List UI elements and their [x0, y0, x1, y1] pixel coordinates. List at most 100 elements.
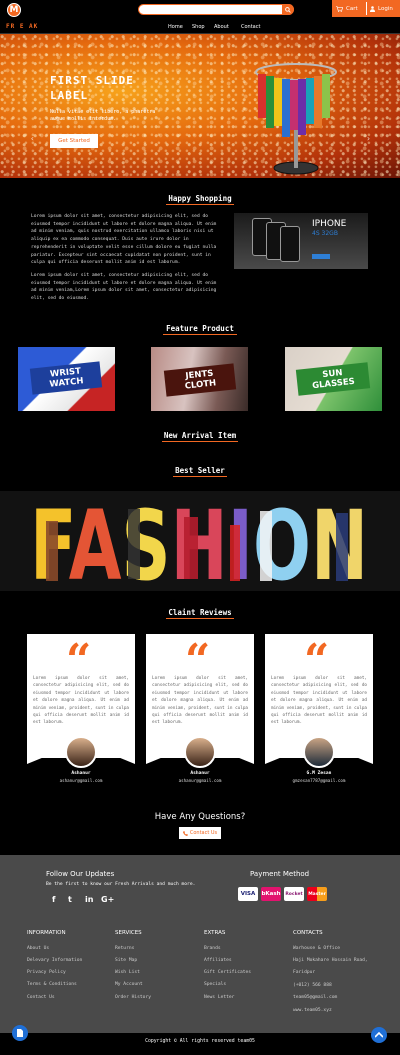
reviewer-name: G.M Zesan: [306, 771, 332, 776]
footer-link[interactable]: Site Map: [115, 958, 137, 963]
linkedin-icon[interactable]: in: [85, 895, 93, 904]
footer-link[interactable]: Brands: [204, 946, 221, 951]
document-button[interactable]: [12, 1025, 28, 1041]
website-link[interactable]: www.team05.xyz: [293, 1008, 332, 1013]
login-label: Login: [378, 5, 393, 12]
footer-link[interactable]: Specials: [204, 982, 226, 987]
contact-us-button[interactable]: Contact Us: [179, 827, 221, 839]
twitter-icon[interactable]: t: [68, 895, 72, 904]
footer-link[interactable]: Affiliates: [204, 958, 232, 963]
copyright-text: Copyright © All rights reserved team05: [145, 1039, 255, 1044]
mastercard-logo: Master: [307, 887, 327, 901]
nav-link-home[interactable]: Home: [168, 24, 183, 30]
hero-title: FIRST SLIDE LABEL: [50, 74, 134, 102]
promo-subtitle: 4S 32GB: [312, 230, 338, 237]
reviewer-name: Ashanur: [71, 771, 91, 776]
search-icon: [285, 6, 291, 13]
happy-paragraph-2: Lorem ipsum dolor sit amet, consectetur …: [31, 273, 217, 302]
reviewer-email: gmzesan7787@gmail.com: [292, 778, 346, 783]
clothes-rack-image: [255, 63, 337, 175]
footer-link[interactable]: Returns: [115, 946, 134, 951]
fashion-banner-text: FASHION: [30, 499, 368, 585]
phone-icon: [182, 830, 188, 836]
title-underline: [166, 618, 234, 619]
footer-link[interactable]: About Us: [27, 946, 49, 951]
review-text: Lorem ipsum dolor sit amet, consectetur …: [33, 676, 129, 726]
search-input[interactable]: [138, 4, 294, 15]
avatar: [65, 736, 97, 768]
footer-link[interactable]: Contact Us: [27, 995, 55, 1000]
rocket-logo: Rocket: [284, 887, 304, 901]
phone-image: [280, 226, 300, 262]
contact-info: Haji Mokahare Hossain Road,: [293, 958, 368, 963]
feature-card-cloth[interactable]: JENTS CLOTH: [151, 347, 248, 411]
review-text: Lorem ipsum dolor sit amet, consectetur …: [152, 676, 248, 726]
feature-label-line2: GLASSES: [311, 376, 356, 392]
avatar: [303, 736, 335, 768]
follow-title: Follow Our Updates: [46, 870, 115, 878]
footer-link[interactable]: Delevary Information: [27, 958, 82, 963]
carousel-next-button[interactable]: ›: [366, 134, 371, 143]
section-title-best-seller: Best Seller: [175, 466, 225, 475]
title-underline: [166, 204, 234, 205]
nav-link-contact[interactable]: Contact: [241, 24, 260, 30]
footer-link[interactable]: News Letter: [204, 995, 234, 1000]
get-started-button[interactable]: Get Started: [50, 134, 98, 148]
contact-us-label: Contact Us: [189, 830, 218, 836]
title-underline: [173, 476, 227, 477]
cart-icon: [336, 5, 343, 12]
reviewer-name: Ashanur: [190, 771, 210, 776]
hero-subtitle: Nulla vitae elit libero, a pharetra augu…: [50, 109, 156, 122]
nav-link-about[interactable]: About: [214, 24, 229, 30]
brand-name[interactable]: FR E AK: [6, 23, 38, 30]
feature-card-watch[interactable]: WRIST WATCH: [18, 347, 115, 411]
section-title-new-arrival: New Arrival Item: [163, 431, 237, 440]
google-plus-icon[interactable]: G+: [101, 895, 114, 904]
carousel-prev-button[interactable]: ‹: [30, 134, 35, 143]
footer-heading-information: INFORMATION: [27, 930, 66, 936]
divider: [366, 2, 367, 15]
fashion-banner-art: FASHION: [30, 499, 368, 585]
visa-logo: VISA: [238, 887, 258, 901]
contact-info: Warhouse & Office: [293, 946, 341, 951]
chevron-up-icon: [375, 1032, 383, 1038]
user-icon: [370, 5, 375, 12]
feature-label-line2: CLOTH: [184, 378, 217, 392]
footer-heading-services: SERVICES: [115, 930, 142, 936]
footer-link[interactable]: Gift Certificates: [204, 970, 251, 975]
site-logo[interactable]: M: [7, 3, 21, 17]
fashion-banner[interactable]: FASHION: [0, 491, 400, 591]
avatar: [184, 736, 216, 768]
feature-card-glasses[interactable]: SUN GLASSES: [285, 347, 382, 411]
footer-link[interactable]: Privacy Policy: [27, 970, 66, 975]
contact-email-link[interactable]: team05@gmail.com: [293, 995, 337, 1000]
contact-info: Faridpur: [293, 970, 316, 975]
section-title-feature-product: Feature Product: [166, 324, 234, 333]
footer-link[interactable]: Order History: [115, 995, 151, 1000]
footer-link[interactable]: Wish List: [115, 970, 140, 975]
footer-heading-extras: EXTRAS: [204, 930, 226, 936]
cart-label: Cart: [346, 5, 358, 12]
contact-info: (+012) 566 888: [293, 983, 332, 988]
cart-button[interactable]: Cart: [336, 4, 358, 13]
happy-paragraph-1: Lorem ipsum dolor sit amet, consectetur …: [31, 214, 217, 266]
scroll-top-button[interactable]: [371, 1027, 387, 1043]
review-text: Lorem ipsum dolor sit amet, consectetur …: [271, 676, 367, 726]
title-underline: [162, 441, 238, 442]
section-title-reviews: Claint Reviews: [168, 608, 232, 617]
document-icon: [17, 1029, 23, 1037]
promo-title: IPHONE: [312, 219, 347, 229]
facebook-icon[interactable]: f: [52, 895, 55, 904]
logo-letter: M: [9, 5, 19, 15]
footer-link[interactable]: Terms & Conditions: [27, 982, 77, 987]
title-underline: [163, 334, 237, 335]
follow-subtitle: Be the first to know our Fresh Arrivals …: [46, 882, 196, 887]
feature-label-line2: WATCH: [49, 376, 84, 390]
footer-link[interactable]: My Account: [115, 982, 143, 987]
search-button[interactable]: [282, 4, 294, 15]
login-button[interactable]: Login: [370, 4, 393, 13]
promo-button[interactable]: [312, 254, 330, 259]
section-title-happy-shopping: Happy Shopping: [168, 194, 232, 203]
nav-link-shop[interactable]: Shop: [192, 24, 205, 30]
hero-carousel: ‹ ›: [0, 34, 400, 178]
